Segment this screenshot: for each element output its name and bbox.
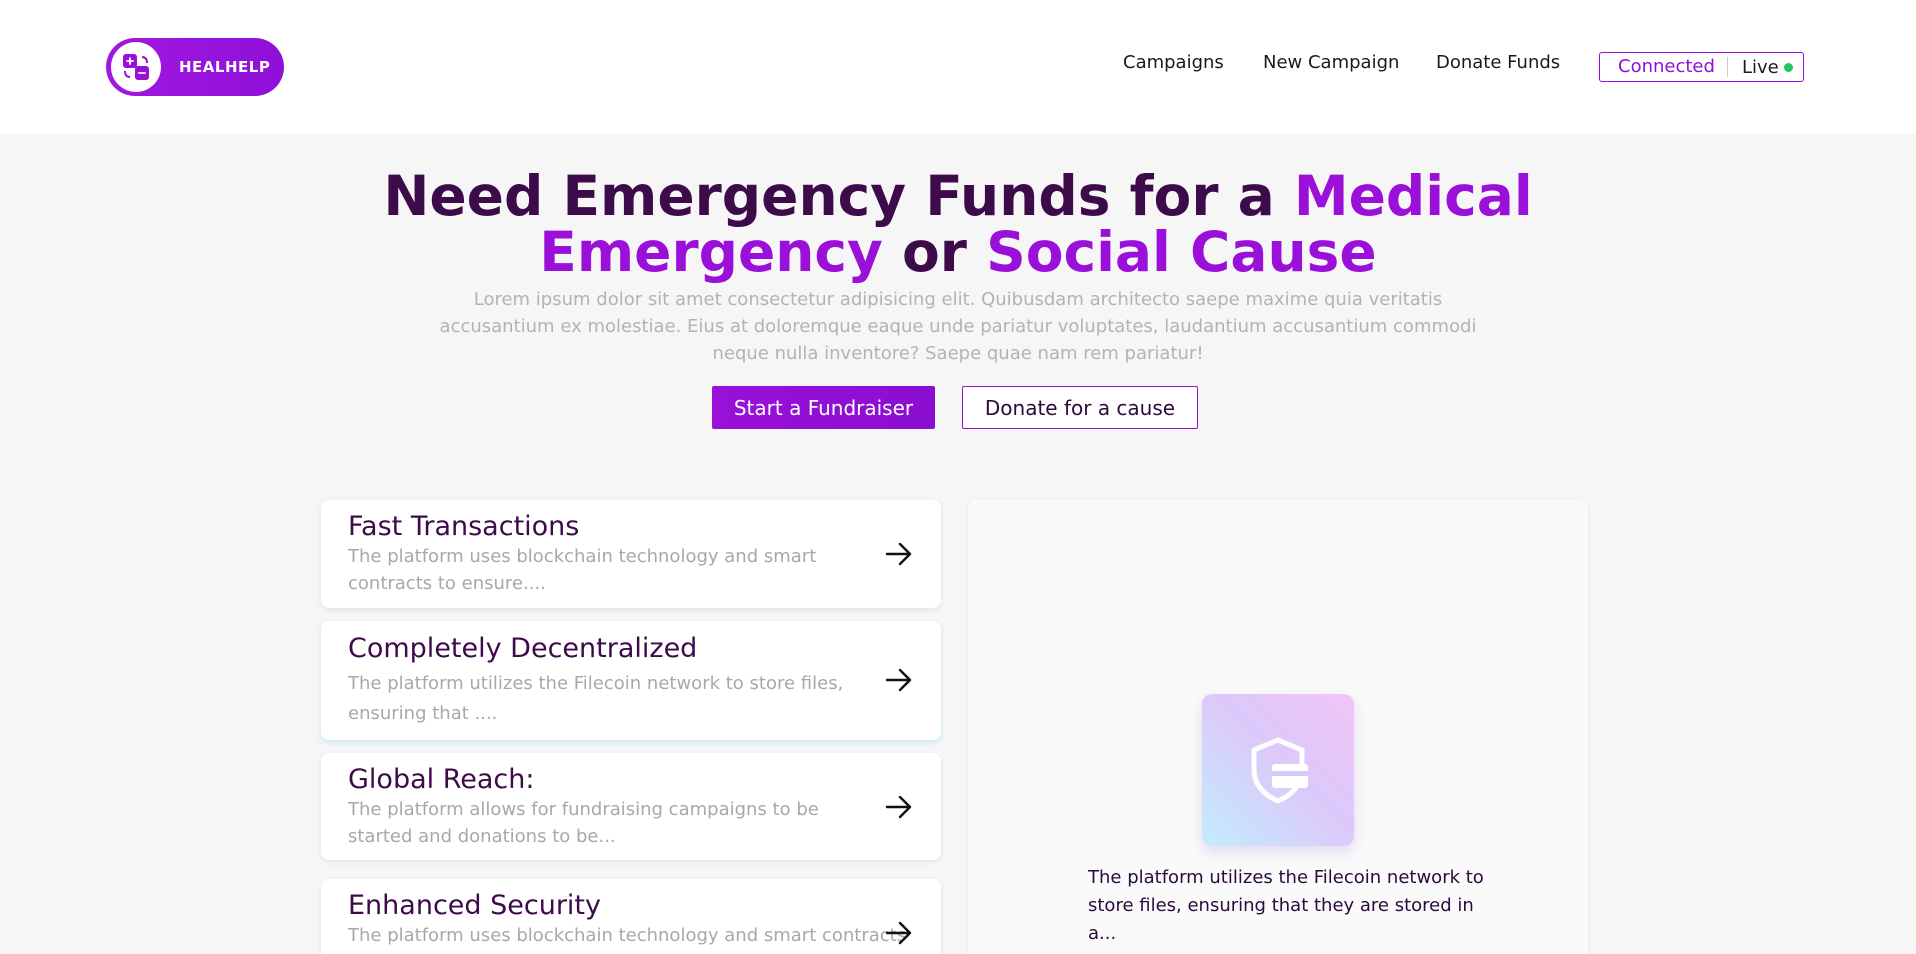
feature-card-fast-transactions[interactable]: Fast Transactions The platform uses bloc…: [321, 500, 941, 608]
start-fundraiser-button[interactable]: Start a Fundraiser: [712, 386, 935, 429]
feature-card-decentralized[interactable]: Completely Decentralized The platform ut…: [321, 621, 941, 740]
site-header: HEALHELP Campaigns New Campaign Donate F…: [0, 0, 1916, 134]
nav-new-campaign[interactable]: New Campaign: [1263, 52, 1399, 73]
feature-card-description: The platform utilizes the Filecoin netwo…: [348, 673, 844, 724]
hero-title-part2: or: [882, 220, 987, 284]
feature-card-title: Enhanced Security: [348, 890, 601, 921]
connected-label: Connected: [1600, 57, 1728, 77]
feature-card-description: The platform uses blockchain technology …: [348, 925, 907, 946]
brand-logo[interactable]: HEALHELP: [106, 38, 284, 96]
logo-icon: [111, 42, 161, 92]
live-dot-icon: [1783, 62, 1793, 72]
live-label: Live: [1741, 56, 1779, 78]
hero-title: Need Emergency Funds for a Medical Emerg…: [300, 168, 1616, 280]
feature-card-description: The platform uses blockchain technology …: [348, 546, 817, 594]
live-indicator: Live: [1728, 57, 1793, 78]
feature-card-title: Fast Transactions: [348, 511, 580, 542]
feature-card-title: Global Reach:: [348, 764, 535, 795]
shield-card-icon: [1202, 694, 1354, 846]
arrow-right-icon: [885, 542, 912, 566]
feature-card-global-reach[interactable]: Global Reach: The platform allows for fu…: [321, 753, 941, 860]
hero-title-accent-social: Social Cause: [986, 220, 1377, 284]
feature-card-security[interactable]: Enhanced Security The platform uses bloc…: [321, 879, 941, 954]
nav-campaigns[interactable]: Campaigns: [1123, 52, 1224, 73]
hero-description: Lorem ipsum dolor sit amet consectetur a…: [439, 289, 1477, 364]
hero-title-part1: Need Emergency Funds for a: [383, 164, 1294, 228]
feature-detail-text: The platform utilizes the Filecoin netwo…: [1088, 867, 1484, 944]
nav-donate-funds[interactable]: Donate Funds: [1436, 52, 1560, 73]
connection-status[interactable]: Connected Live: [1599, 52, 1804, 82]
feature-detail-panel: The platform utilizes the Filecoin netwo…: [968, 500, 1588, 954]
arrow-right-icon: [885, 668, 912, 692]
donate-cause-button[interactable]: Donate for a cause: [962, 386, 1198, 429]
brand-name: HEALHELP: [179, 58, 271, 76]
feature-card-description: The platform allows for fundraising camp…: [348, 799, 819, 847]
arrow-right-icon: [885, 921, 912, 945]
arrow-right-icon: [885, 795, 912, 819]
feature-card-title: Completely Decentralized: [348, 633, 698, 664]
